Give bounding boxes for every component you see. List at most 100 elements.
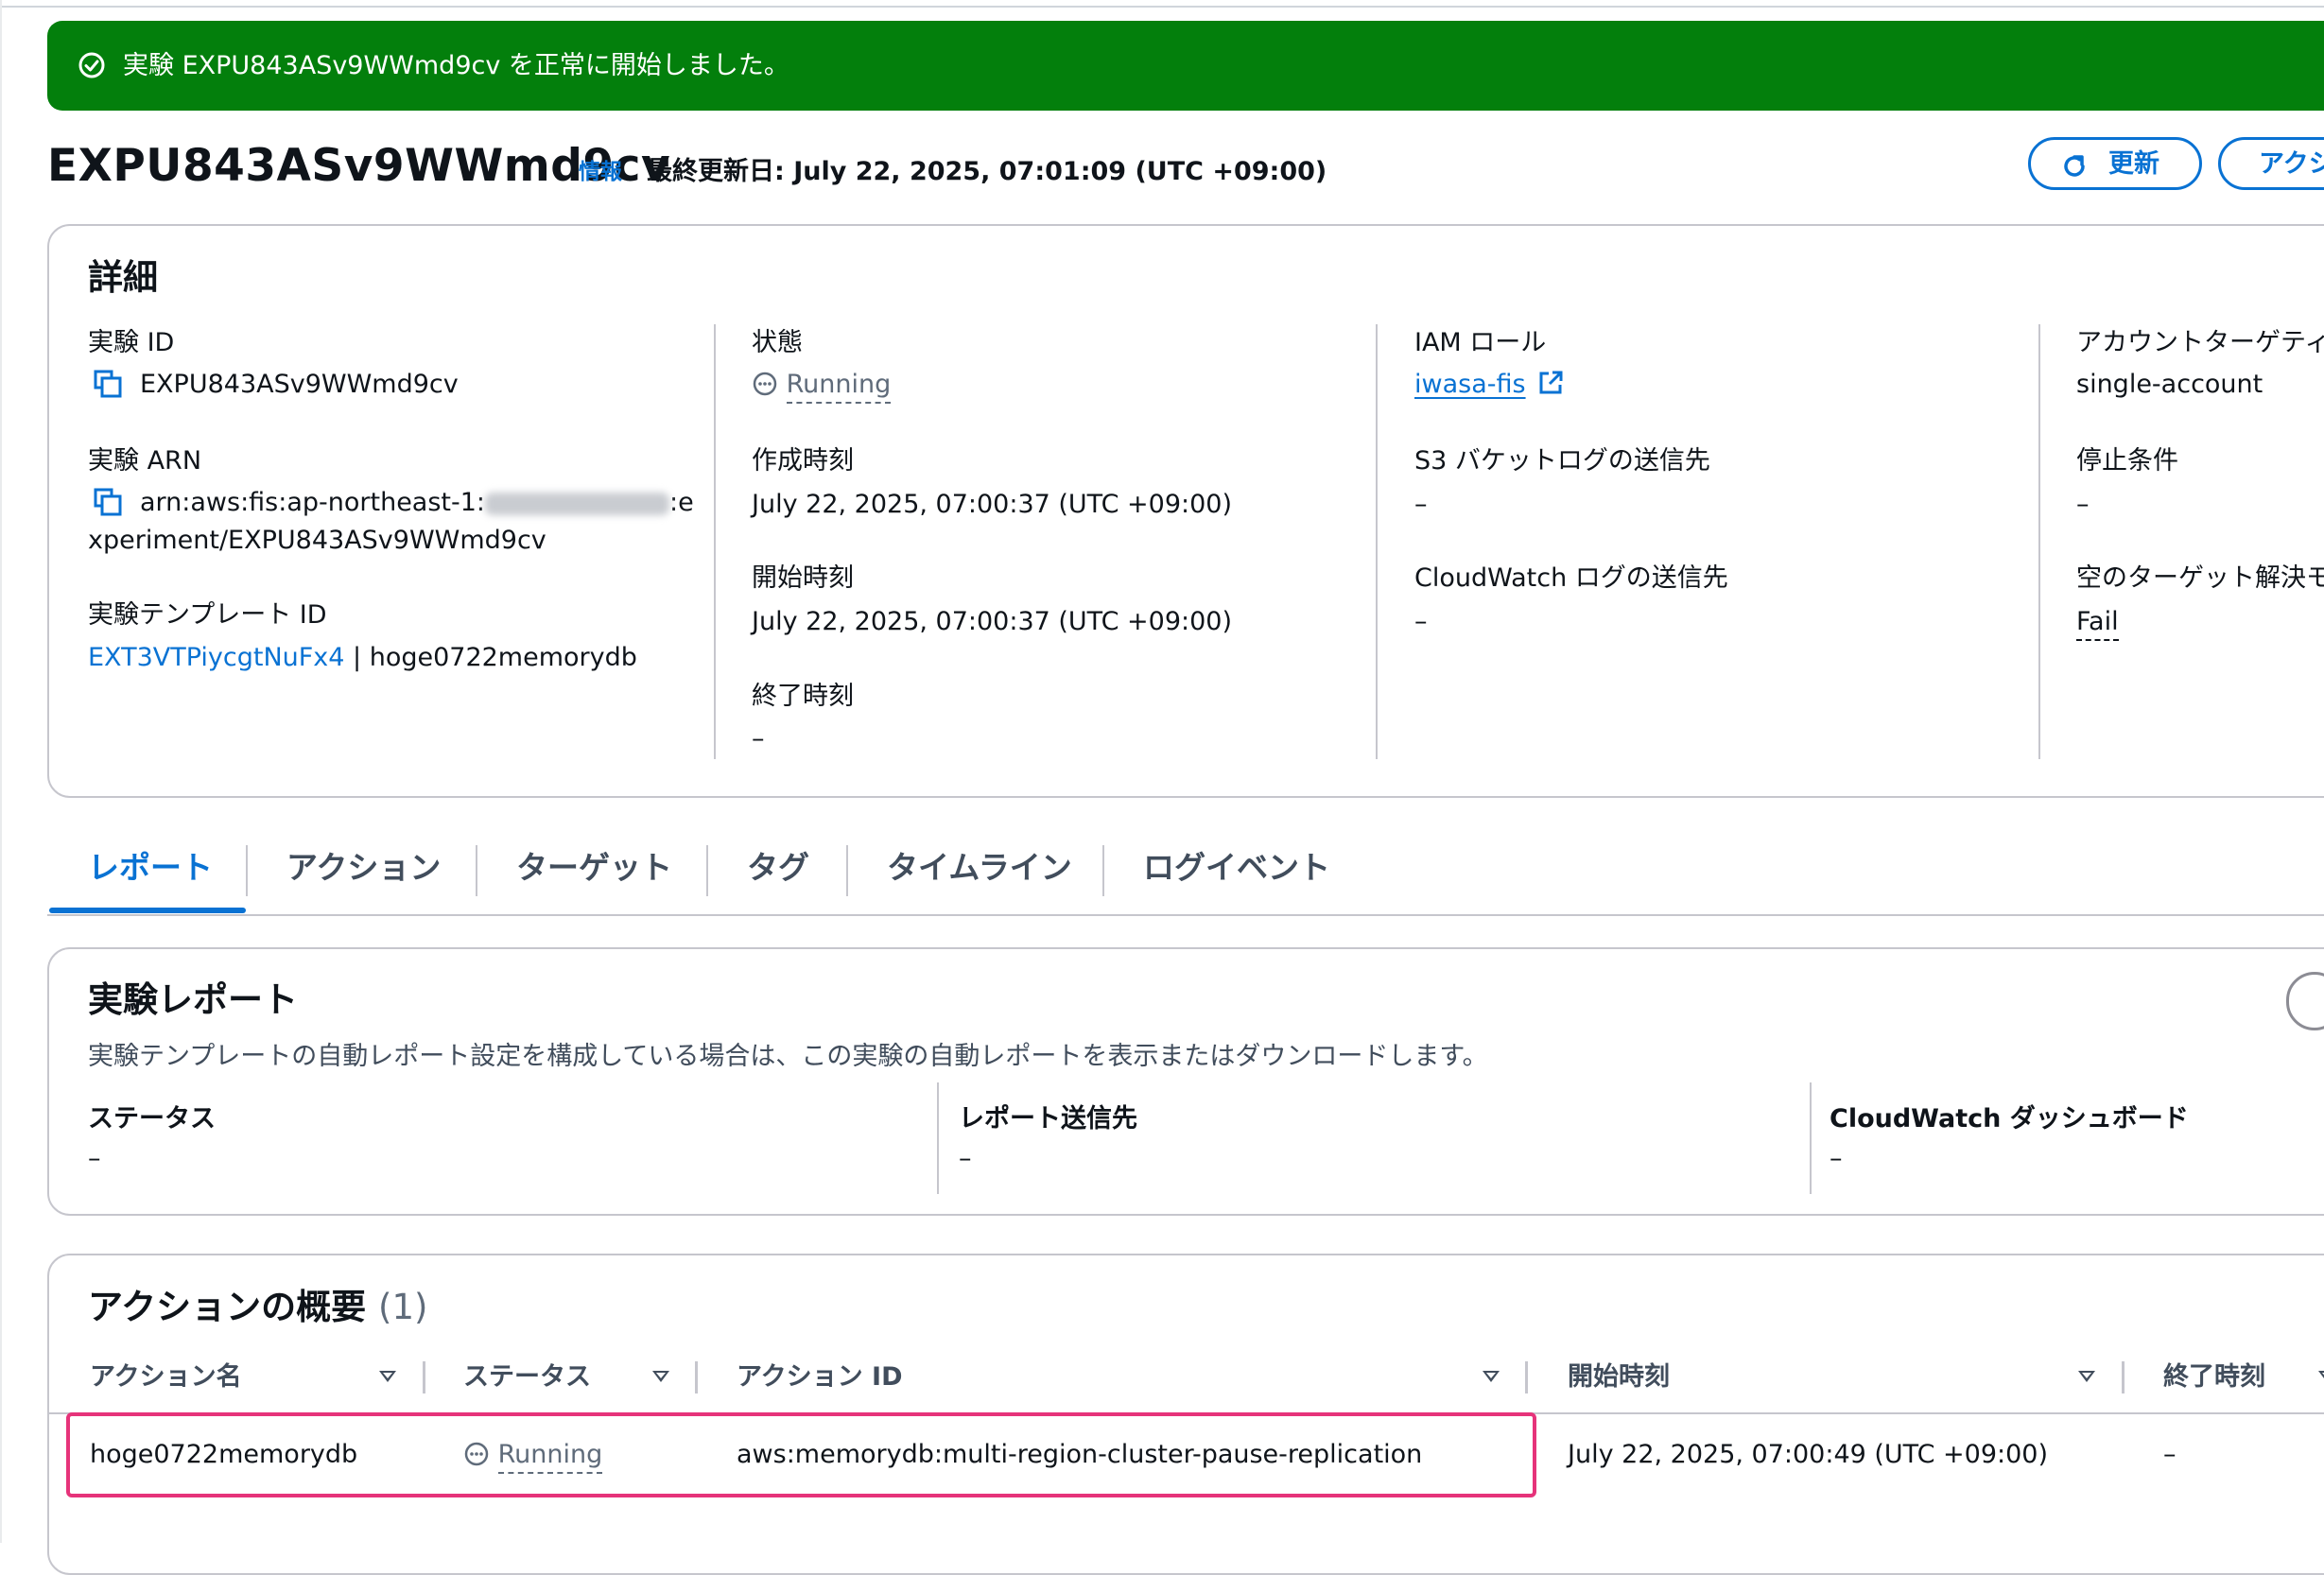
arn-prefix: arn:aws:fis:ap-northeast-1: xyxy=(140,488,486,517)
state-text: Running xyxy=(786,370,892,404)
experiment-report-container xyxy=(47,947,2324,1216)
experiment-arn-label: 実験 ARN xyxy=(88,446,202,476)
ended-value: – xyxy=(752,724,765,753)
arn-suffix: :e xyxy=(669,488,694,517)
s3-log-label: S3 バケットログの送信先 xyxy=(1414,446,1710,476)
sort-icon[interactable] xyxy=(2078,1371,2095,1382)
active-tab-indicator xyxy=(49,908,246,913)
tab-tags[interactable]: タグ xyxy=(747,849,809,887)
sort-icon[interactable] xyxy=(652,1371,669,1382)
tab-report[interactable]: レポート xyxy=(88,849,213,887)
cloudwatch-dashboard-value: – xyxy=(1830,1144,1843,1173)
experiment-arn-value-line1: arn:aws:fis:ap-northeast-1: :e xyxy=(140,487,694,519)
actions-summary-title: アクションの概要 xyxy=(88,1287,367,1327)
column-header-end-time[interactable]: 終了時刻 xyxy=(2163,1361,2265,1393)
report-destination-value: – xyxy=(959,1144,972,1173)
column-divider xyxy=(1810,1082,1812,1194)
sort-icon[interactable] xyxy=(1483,1371,1500,1382)
iam-role-value: iwasa-fis xyxy=(1414,369,1564,401)
column-header-action-id[interactable]: アクション ID xyxy=(737,1361,903,1393)
top-border xyxy=(0,0,2324,8)
actions-summary-heading: アクションの概要 (1) xyxy=(88,1287,427,1328)
tab-separator xyxy=(1102,845,1104,896)
experiment-report-description: 実験テンプレートの自動レポート設定を構成している場合は、この実験の自動レポートを… xyxy=(88,1042,1488,1071)
check-circle-icon xyxy=(78,52,105,78)
stop-condition-value: – xyxy=(2076,490,2090,519)
template-name: | hoge0722memorydb xyxy=(344,643,637,672)
actions-summary-count: (1) xyxy=(378,1287,428,1327)
refresh-button-label: 更新 xyxy=(2108,149,2159,179)
last-updated-text: 最終更新日: July 22, 2025, 07:01:09 (UTC +09:… xyxy=(647,157,1327,186)
ended-label: 終了時刻 xyxy=(752,682,854,711)
flash-message: 実験 EXPU843ASv9WWmd9cv を正常に開始しました。 xyxy=(123,51,789,80)
empty-target-label: 空のターゲット解決モ xyxy=(2076,563,2324,593)
tab-actions[interactable]: アクション xyxy=(286,849,441,887)
actions-dropdown-button[interactable]: アクショ xyxy=(2218,137,2324,190)
started-value: July 22, 2025, 07:00:37 (UTC +09:00) xyxy=(752,607,1232,636)
created-value: July 22, 2025, 07:00:37 (UTC +09:00) xyxy=(752,490,1232,519)
tab-targets[interactable]: ターゲット xyxy=(516,849,672,887)
account-targeting-label: アカウントターゲティ xyxy=(2076,328,2324,357)
annotation-highlight-box xyxy=(66,1412,1536,1497)
report-destination-label: レポート送信先 xyxy=(959,1104,1137,1134)
experiment-template-label: 実験テンプレート ID xyxy=(88,600,327,630)
cloudwatch-dashboard-label: CloudWatch ダッシュボード xyxy=(1830,1104,2189,1134)
report-status-label: ステータス xyxy=(88,1104,216,1134)
action-end-time-cell: – xyxy=(2163,1440,2177,1469)
column-resizer[interactable] xyxy=(1525,1361,1528,1393)
stop-condition-label: 停止条件 xyxy=(2076,446,2178,476)
tab-separator xyxy=(706,845,708,896)
tab-separator xyxy=(246,845,248,896)
success-flash-banner: 実験 EXPU843ASv9WWmd9cv を正常に開始しました。 xyxy=(47,21,2324,111)
experiment-id-label: 実験 ID xyxy=(88,328,175,357)
column-header-start-time[interactable]: 開始時刻 xyxy=(1568,1361,1670,1393)
column-header-status[interactable]: ステータス xyxy=(463,1361,591,1393)
tabs-baseline xyxy=(47,914,2324,916)
actions-button-label: アクショ xyxy=(2259,149,2324,179)
column-header-action-name[interactable]: アクション名 xyxy=(90,1361,242,1393)
iam-role-link[interactable]: iwasa-fis xyxy=(1414,370,1526,399)
experiment-id-value: EXPU843ASv9WWmd9cv xyxy=(140,370,459,399)
empty-target-text: Fail xyxy=(2076,607,2119,641)
copy-icon[interactable] xyxy=(93,369,123,399)
iam-role-label: IAM ロール xyxy=(1414,328,1547,357)
action-start-time-cell: July 22, 2025, 07:00:49 (UTC +09:00) xyxy=(1568,1440,2048,1469)
state-label: 状態 xyxy=(752,328,803,357)
started-label: 開始時刻 xyxy=(752,563,854,593)
state-value[interactable]: Running xyxy=(752,369,892,404)
sort-icon[interactable] xyxy=(379,1371,396,1382)
status-in-progress-icon xyxy=(753,372,777,396)
column-resizer[interactable] xyxy=(2122,1361,2125,1393)
tab-separator xyxy=(476,845,477,896)
page-title: EXPU843ASv9WWmd9cv xyxy=(47,140,671,192)
sort-icon[interactable] xyxy=(2318,1371,2324,1382)
cloudwatch-log-value: – xyxy=(1414,607,1428,636)
report-status-value: – xyxy=(88,1144,101,1173)
column-resizer[interactable] xyxy=(695,1361,698,1393)
s3-log-value: – xyxy=(1414,490,1428,519)
tab-timeline[interactable]: タイムライン xyxy=(887,849,1072,887)
created-label: 作成時刻 xyxy=(752,446,854,476)
column-resizer[interactable] xyxy=(423,1361,425,1393)
empty-target-value[interactable]: Fail xyxy=(2076,606,2119,641)
experiment-page: 実験 EXPU843ASv9WWmd9cv を正常に開始しました。 EXPU84… xyxy=(0,0,2324,1575)
tab-log-events[interactable]: ログイベント xyxy=(1143,849,1330,887)
info-link[interactable]: 情報 xyxy=(579,159,622,185)
redacted-account-id xyxy=(485,492,670,515)
cloudwatch-log-label: CloudWatch ログの送信先 xyxy=(1414,563,1728,593)
column-divider xyxy=(937,1082,939,1194)
account-targeting-value: single-account xyxy=(2076,370,2263,399)
external-link-icon[interactable] xyxy=(1537,370,1564,396)
experiment-report-heading: 実験レポート xyxy=(88,979,298,1020)
refresh-icon xyxy=(2064,155,2085,177)
copy-icon[interactable] xyxy=(93,487,123,517)
column-divider xyxy=(714,324,716,759)
tab-separator xyxy=(846,845,848,896)
refresh-button[interactable]: 更新 xyxy=(2028,137,2202,190)
column-divider xyxy=(2038,324,2040,759)
template-id-link[interactable]: EXT3VTPiycgtNuFx4 xyxy=(88,643,344,672)
experiment-arn-value-line2: xperiment/EXPU843ASv9WWmd9cv xyxy=(88,526,546,555)
details-heading: 詳細 xyxy=(88,257,158,298)
left-border xyxy=(0,0,2,1543)
experiment-template-value: EXT3VTPiycgtNuFx4 | hoge0722memorydb xyxy=(88,642,637,674)
